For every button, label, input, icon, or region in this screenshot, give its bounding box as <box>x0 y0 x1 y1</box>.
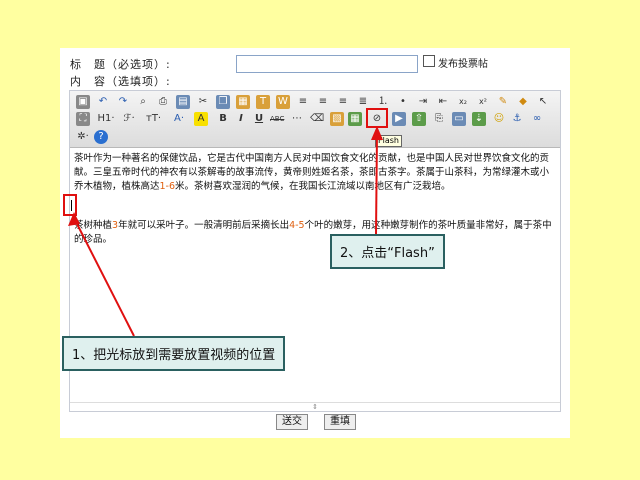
arrow-to-flash-head <box>371 126 383 140</box>
step1-callout: 1、把光标放到需要放置视频的位置 <box>62 336 286 371</box>
arrow-to-cursor <box>73 217 135 337</box>
arrow-to-flash <box>375 131 378 235</box>
arrow-to-cursor-head <box>68 212 80 226</box>
annotation-arrows <box>68 126 383 337</box>
step2-callout: 2、点击“Flash” <box>330 234 445 269</box>
